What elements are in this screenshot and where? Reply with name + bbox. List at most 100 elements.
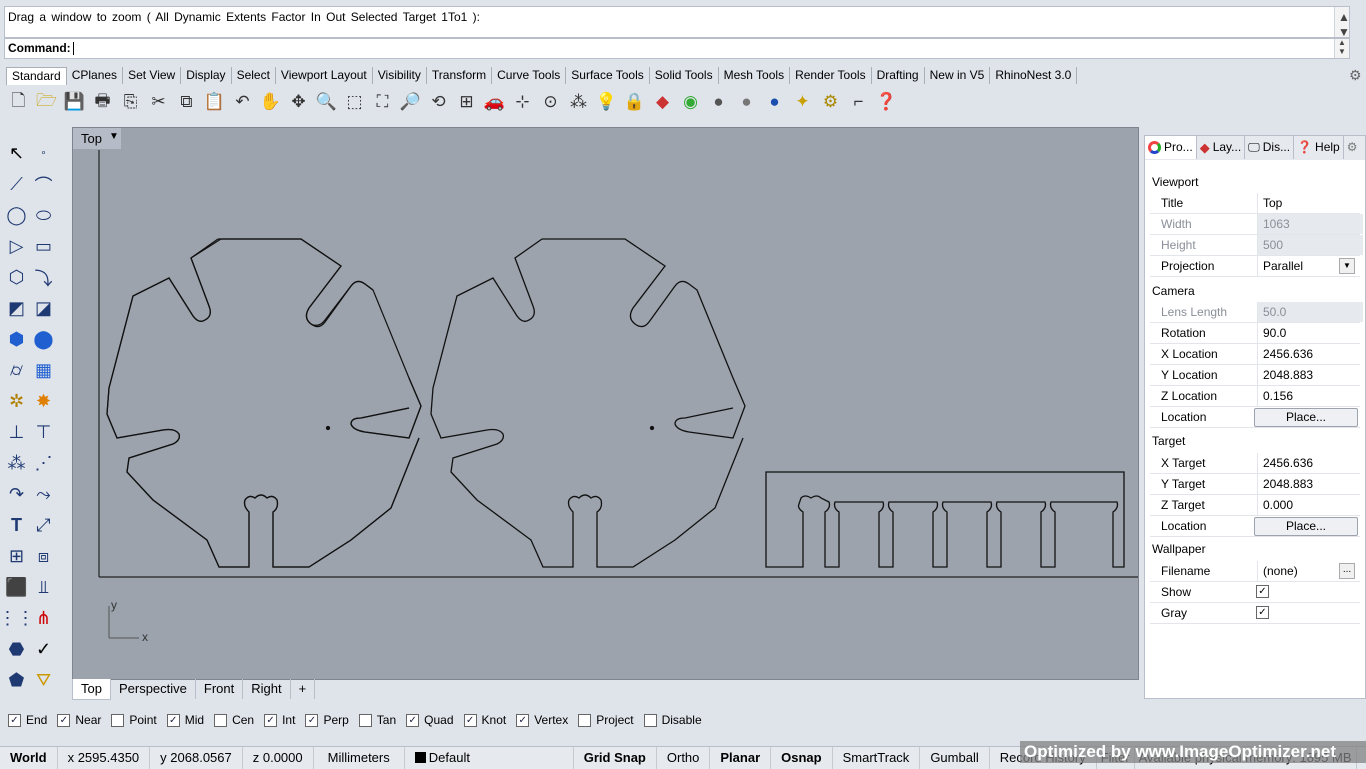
gumball-toggle[interactable]: Gumball xyxy=(920,747,990,769)
osnap-end-checkbox[interactable]: ✓ xyxy=(8,713,21,727)
osnap-toggle[interactable]: Osnap xyxy=(771,747,833,769)
target-place-button[interactable]: Place... xyxy=(1254,517,1358,536)
point-icon[interactable]: ∘ xyxy=(30,138,57,169)
cut-icon[interactable]: ✂ xyxy=(146,90,171,115)
panel-gear-icon[interactable]: ⚙ xyxy=(1344,136,1361,159)
viewport-tab-top[interactable]: Top xyxy=(72,679,111,700)
color-wheel-icon[interactable]: ◉ xyxy=(678,90,703,115)
options-gear-icon[interactable]: ⚙ xyxy=(818,90,843,115)
offset-icon[interactable]: ↷ xyxy=(3,479,30,510)
render-tools-icon[interactable]: ⬟ xyxy=(3,665,30,696)
grid-array-icon[interactable]: ⋮⋮ xyxy=(0,603,35,634)
tab-cplanes[interactable]: CPlanes xyxy=(67,67,124,84)
layer-status[interactable]: Default xyxy=(405,747,574,769)
boolean-icon[interactable]: ⬤ xyxy=(30,324,57,355)
zoom-window-icon[interactable]: ⬚ xyxy=(342,90,367,115)
four-viewports-icon[interactable]: ⊞ xyxy=(454,90,479,115)
zoom-extents-icon[interactable]: ⛶ xyxy=(370,90,395,115)
lock-icon[interactable]: 🔒 xyxy=(622,90,647,115)
group-icon[interactable]: ⁂ xyxy=(3,448,30,479)
y-target-value[interactable]: 2048.883 xyxy=(1257,474,1363,494)
osnap-point-checkbox[interactable] xyxy=(111,713,125,727)
tab-render-tools[interactable]: Render Tools xyxy=(790,67,872,84)
rendered-sphere-icon[interactable]: ● xyxy=(734,90,759,115)
surface-corner-icon[interactable]: ◩ xyxy=(3,293,30,324)
osnap-knot-checkbox[interactable]: ✓ xyxy=(463,713,477,727)
gear-icon[interactable]: ⚙ xyxy=(1349,67,1362,84)
tab-layers[interactable]: ◆ Lay... xyxy=(1197,136,1246,159)
osnap-vertex-checkbox[interactable]: ✓ xyxy=(516,713,530,727)
y-location-value[interactable]: 2048.883 xyxy=(1257,365,1363,385)
osnap-knot[interactable]: ✓ Knot xyxy=(463,713,506,727)
osnap-tan[interactable]: Tan xyxy=(358,713,396,727)
tab-display[interactable]: 🖵 Dis... xyxy=(1245,136,1295,159)
grid-snap-toggle[interactable]: Grid Snap xyxy=(574,747,657,769)
circle-icon[interactable]: ◯ xyxy=(3,200,30,231)
osnap-tan-checkbox[interactable] xyxy=(358,713,372,727)
sun-light-icon[interactable]: ✦ xyxy=(790,90,815,115)
osnap-end[interactable]: ✓ End xyxy=(8,713,47,727)
distribute-icon[interactable]: ⋔ xyxy=(30,603,57,634)
layer-icon[interactable]: ◆ xyxy=(650,90,675,115)
gray-checkbox[interactable]: ✓ xyxy=(1256,606,1269,619)
mesh-icon[interactable]: ▦ xyxy=(30,355,57,386)
osnap-icon[interactable]: ⊙ xyxy=(538,90,563,115)
viewport-tab-front[interactable]: Front xyxy=(196,679,244,699)
osnap-mid[interactable]: ✓ Mid xyxy=(166,713,204,727)
cplane-status[interactable]: World xyxy=(0,747,58,769)
tab-transform[interactable]: Transform xyxy=(427,67,493,84)
polygon-icon[interactable]: ▷ xyxy=(3,231,30,262)
copy-icon[interactable]: ⧉ xyxy=(174,90,199,115)
viewport-tab-right[interactable]: Right xyxy=(243,679,291,699)
array-curve-icon[interactable]: ⤳ xyxy=(30,479,57,510)
shaded-sphere-icon[interactable]: ● xyxy=(706,90,731,115)
tab-viewport-layout[interactable]: Viewport Layout xyxy=(276,67,373,84)
viewport-top[interactable]: Top ▼ y x xyxy=(72,127,1139,680)
osnap-perp-checkbox[interactable]: ✓ xyxy=(305,713,319,727)
osnap-int-checkbox[interactable]: ✓ xyxy=(264,713,278,727)
ungroup-icon[interactable]: ⋰ xyxy=(30,448,57,479)
paste-icon[interactable]: 📋 xyxy=(202,90,227,115)
browse-button[interactable]: ... xyxy=(1339,563,1355,579)
split-icon[interactable]: ⊤ xyxy=(30,417,57,448)
array-icon[interactable]: ⊞ xyxy=(3,541,30,572)
undo-view-icon[interactable]: ⟲ xyxy=(426,90,451,115)
pan-hand-icon[interactable]: ✋ xyxy=(258,90,283,115)
solid-box-icon[interactable]: ⬛ xyxy=(3,572,30,603)
tab-surface-tools[interactable]: Surface Tools xyxy=(566,67,650,84)
tab-properties[interactable]: Pro... xyxy=(1145,136,1197,159)
tab-help[interactable]: ❓ Help xyxy=(1294,136,1344,159)
chevron-down-icon[interactable]: ▼ xyxy=(1339,258,1355,274)
paint-bucket-icon[interactable]: ⛛ xyxy=(30,665,57,696)
z-target-value[interactable]: 0.000 xyxy=(1257,495,1363,515)
undo-icon[interactable]: ↶ xyxy=(230,90,255,115)
units-status[interactable]: Millimeters xyxy=(314,747,405,769)
align-icon[interactable]: ⫫ xyxy=(30,572,57,603)
help-icon[interactable]: ❓ xyxy=(874,90,899,115)
tab-set-view[interactable]: Set View xyxy=(123,67,182,84)
grid-icon[interactable]: ⊹ xyxy=(510,90,535,115)
print-icon[interactable]: 🖶 xyxy=(90,90,115,115)
tab-rhinonest-3-0[interactable]: RhinoNest 3.0 xyxy=(990,67,1078,84)
z-location-value[interactable]: 0.156 xyxy=(1257,386,1363,406)
osnap-disable[interactable]: Disable xyxy=(643,713,702,727)
box-icon[interactable]: ⬢ xyxy=(3,324,30,355)
x-location-value[interactable]: 2456.636 xyxy=(1257,344,1363,364)
osnap-near[interactable]: ✓ Near xyxy=(57,713,101,727)
tab-select[interactable]: Select xyxy=(232,67,276,84)
text-icon[interactable]: T xyxy=(3,510,30,541)
viewport-tab-perspective[interactable]: Perspective xyxy=(111,679,196,699)
osnap-project[interactable]: Project xyxy=(578,713,634,727)
osnap-quad-checkbox[interactable]: ✓ xyxy=(406,713,420,727)
rotate-view-icon[interactable]: ✥ xyxy=(286,90,311,115)
dimension-icon[interactable]: ⌐ xyxy=(846,90,871,115)
planar-toggle[interactable]: Planar xyxy=(710,747,772,769)
add-viewport-tab[interactable]: + xyxy=(291,679,316,699)
select-arrow-icon[interactable]: ↖ xyxy=(3,138,30,169)
tab-standard[interactable]: Standard xyxy=(6,67,67,85)
tab-mesh-tools[interactable]: Mesh Tools xyxy=(719,67,791,84)
smarttrack-toggle[interactable]: SmartTrack xyxy=(833,747,921,769)
blue-sphere-icon[interactable]: ● xyxy=(762,90,787,115)
light-bulb-icon[interactable]: 💡 xyxy=(594,90,619,115)
tab-solid-tools[interactable]: Solid Tools xyxy=(650,67,719,84)
